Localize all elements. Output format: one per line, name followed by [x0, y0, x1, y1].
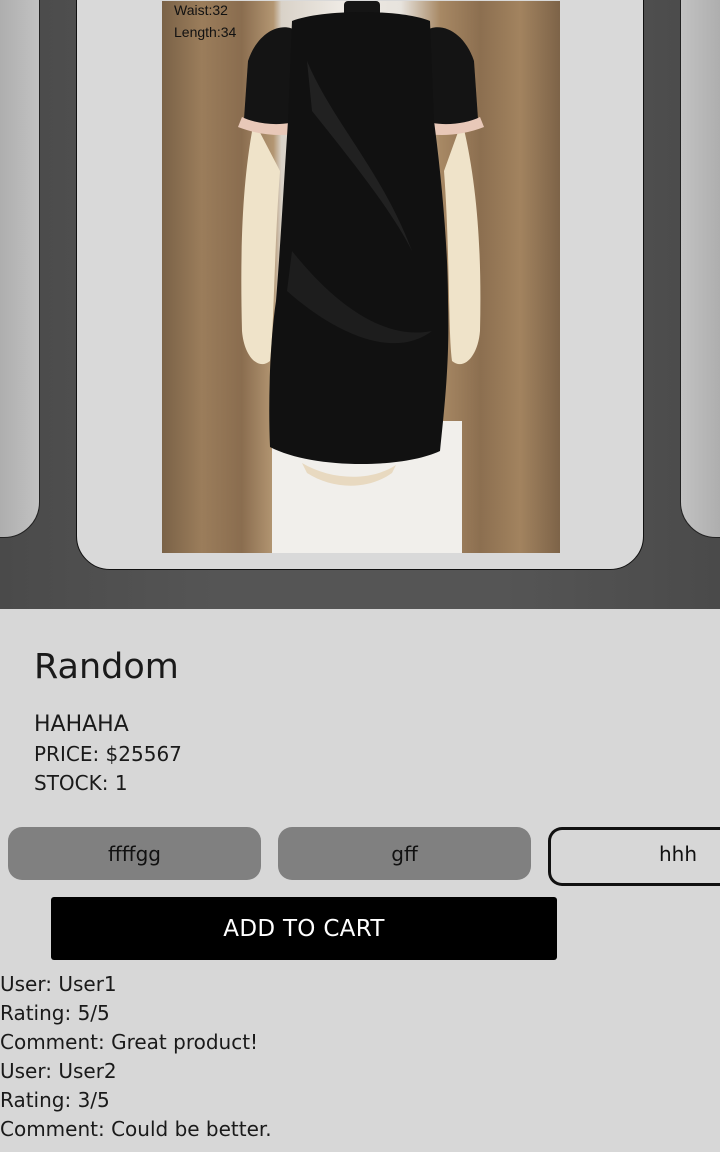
option-button-ffffgg[interactable]: ffffgg [8, 827, 261, 880]
dress-on-mannequin-image [238, 1, 484, 553]
product-price: PRICE: $25567 [34, 742, 182, 766]
review-rating: Rating: 3/5 [0, 1088, 110, 1112]
reviews-list: User: User1 Rating: 5/5 Comment: Great p… [0, 970, 272, 1144]
option-button-hhh[interactable]: hhh [548, 827, 720, 886]
product-stock: STOCK: 1 [34, 771, 128, 795]
product-title: Random [34, 647, 179, 687]
next-image-card[interactable] [680, 0, 720, 538]
option-button-gff[interactable]: gff [278, 827, 531, 880]
caption-length: Length:34 [174, 24, 237, 40]
product-photo: Waist:32 Length:34 [162, 1, 560, 553]
review-user: User: User2 [0, 1059, 117, 1083]
add-to-cart-button[interactable]: ADD TO CART [51, 897, 557, 960]
image-carousel[interactable]: Waist:32 Length:34 [0, 0, 720, 609]
review-user: User: User1 [0, 972, 117, 996]
review-comment: Comment: Great product! [0, 1030, 259, 1054]
caption-waist: Waist:32 [174, 2, 228, 18]
photo-caption: Waist:32 Length:34 [174, 1, 236, 43]
current-image-card[interactable]: Waist:32 Length:34 [76, 0, 644, 570]
review-comment: Comment: Could be better. [0, 1117, 272, 1141]
review-rating: Rating: 5/5 [0, 1001, 110, 1025]
previous-image-card[interactable] [0, 0, 40, 538]
product-info: Random HAHAHA PRICE: $25567 STOCK: 1 [34, 644, 182, 798]
product-description: HAHAHA [34, 712, 129, 737]
